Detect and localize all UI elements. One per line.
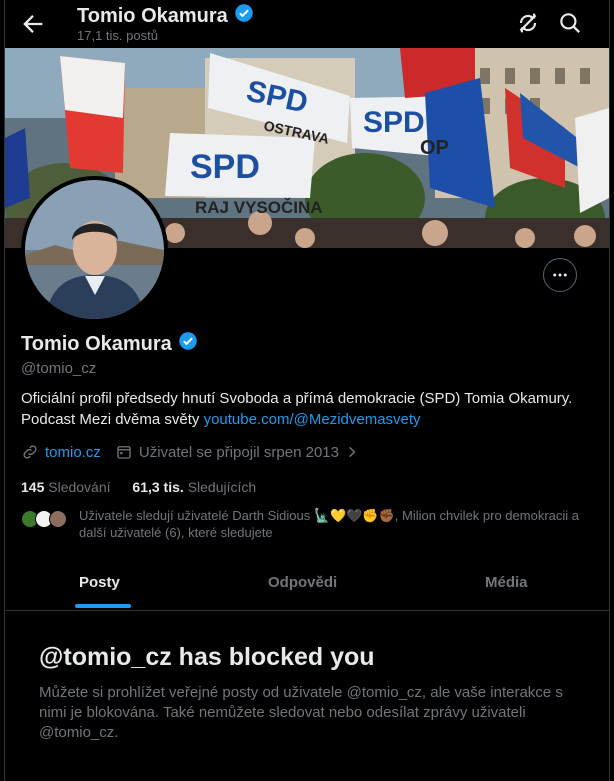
banner-flag-text: RAJ VYSOČINA: [195, 198, 323, 217]
link-icon: [21, 443, 39, 461]
verified-badge-icon[interactable]: [178, 331, 198, 357]
back-arrow-icon[interactable]: [19, 10, 47, 38]
following-count: 145: [21, 479, 45, 495]
profile-bio: Oficiální profil předsedy hnutí Svoboda …: [21, 388, 596, 430]
tab-replies[interactable]: Odpovědi: [268, 560, 337, 610]
banner-flag-text: OP: [420, 137, 449, 159]
search-icon[interactable]: [557, 10, 583, 36]
blocked-title: @tomio_cz has blocked you: [39, 643, 375, 671]
profile-page: Tomio Okamura 17,1 tis. postů SPD OSTRAV…: [4, 0, 610, 781]
followers-count: 61,3 tis.: [132, 479, 184, 495]
bio-youtube-link[interactable]: youtube.com/@Mezidvemasvety: [204, 411, 421, 428]
joined-date: Uživatel se připojil srpen 2013: [138, 443, 339, 461]
known-followers[interactable]: Uživatele sledují uživatelé Darth Sidiou…: [21, 507, 591, 541]
active-tab-indicator: [75, 604, 131, 608]
banner-flag-text: SPD: [363, 106, 425, 139]
more-options-button[interactable]: [543, 258, 577, 292]
topbar-name: Tomio Okamura: [77, 4, 228, 27]
verified-badge-icon: [234, 3, 254, 29]
following-label: Sledování: [48, 479, 111, 495]
profile-avatar[interactable]: [21, 176, 168, 323]
known-followers-text: Uživatele sledují uživatelé Darth Sidiou…: [79, 508, 580, 540]
chevron-right-icon[interactable]: [345, 445, 359, 459]
refresh-icon[interactable]: [515, 10, 541, 36]
calendar-icon: [115, 443, 133, 461]
follower-avatar: [49, 510, 67, 528]
banner-flag-text: SPD: [190, 148, 260, 186]
tab-media[interactable]: Média: [485, 560, 528, 610]
tab-posts[interactable]: Posty: [79, 560, 120, 610]
followers-label: Sledujících: [187, 479, 257, 495]
follower-avatars: [21, 510, 67, 541]
profile-meta: tomio.cz Uživatel se připojil srpen 2013: [21, 443, 359, 461]
profile-name: Tomio Okamura: [21, 331, 198, 357]
bio-line-1: Oficiální profil předsedy hnutí Svoboda …: [21, 390, 573, 407]
website-link[interactable]: tomio.cz: [45, 444, 101, 461]
bio-line-2: Podcast Mezi dvěma světy: [21, 411, 204, 428]
profile-tabs: Posty Odpovědi Média: [5, 560, 609, 611]
topbar-title: Tomio Okamura: [77, 3, 254, 29]
profile-handle: @tomio_cz: [21, 360, 97, 377]
more-icon: [553, 273, 567, 277]
followers-link[interactable]: 61,3 tis. Sledujících: [132, 479, 256, 495]
following-link[interactable]: 145 Sledování: [21, 479, 111, 495]
blocked-description: Můžete si prohlížet veřejné posty od uži…: [39, 684, 563, 741]
top-bar: Tomio Okamura 17,1 tis. postů: [5, 0, 609, 48]
profile-name-text: Tomio Okamura: [21, 332, 172, 355]
posts-count: 17,1 tis. postů: [77, 28, 158, 43]
profile-stats: 145 Sledování 61,3 tis. Sledujících: [21, 479, 256, 495]
